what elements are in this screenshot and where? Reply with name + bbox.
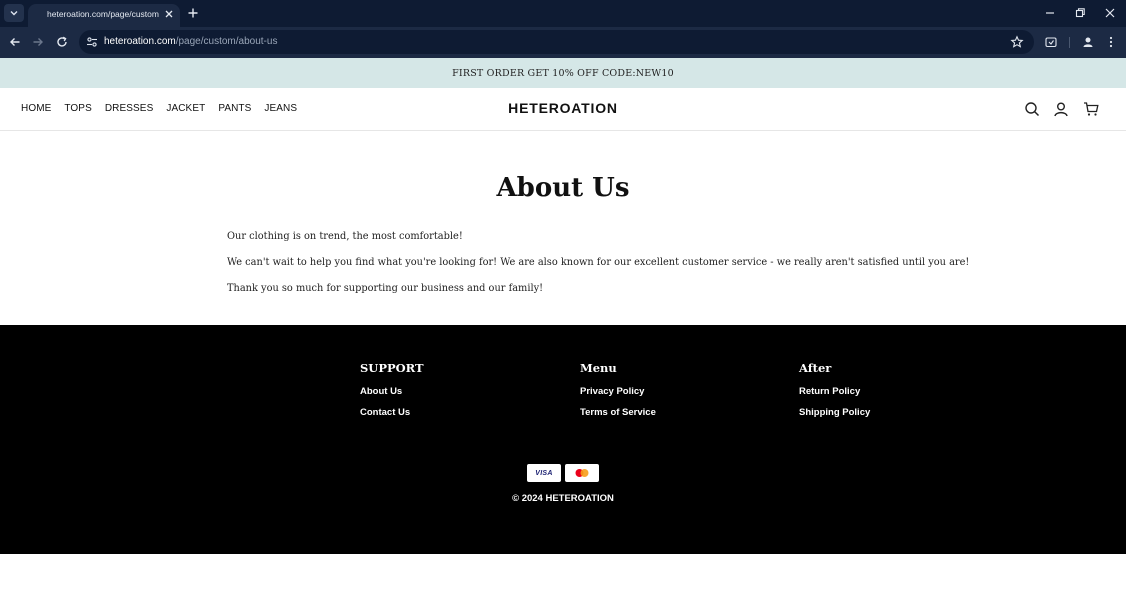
extensions-icon[interactable] <box>1044 35 1058 49</box>
announcement-bar: FIRST ORDER GET 10% OFF CODE:NEW10 <box>0 58 1126 88</box>
address-bar[interactable]: heteroation.com/page/custom/about-us <box>79 30 1034 54</box>
footer-column-support: SUPPORT About Us Contact Us <box>360 361 424 428</box>
footer-heading-support: SUPPORT <box>360 361 424 375</box>
url-path: /page/custom/about-us <box>175 36 278 47</box>
profile-icon[interactable] <box>1081 35 1095 49</box>
copyright-text: © 2024 HETEROATION <box>512 493 614 504</box>
kebab-menu-icon[interactable] <box>1104 35 1118 49</box>
restore-icon[interactable] <box>1073 6 1087 20</box>
footer-link-terms-of-service[interactable]: Terms of Service <box>580 407 656 418</box>
url-host: heteroation.com <box>104 36 176 47</box>
paragraph-2: We can't wait to help you find what you'… <box>227 257 970 268</box>
browser-tab-active[interactable]: heteroation.com/page/custom/about-us <box>28 4 180 27</box>
browser-toolbar: heteroation.com/page/custom/about-us <box>0 27 1126 58</box>
paragraph-3: Thank you so much for supporting our bus… <box>227 283 544 294</box>
visa-icon: VISA <box>527 464 561 482</box>
back-arrow-icon[interactable] <box>8 35 22 49</box>
mastercard-icon <box>565 464 599 482</box>
minimize-icon[interactable] <box>1043 6 1057 20</box>
payment-methods: VISA <box>0 464 1126 482</box>
tab-title: heteroation.com/page/custom/about-us <box>47 9 159 19</box>
footer-heading-menu: Menu <box>580 361 617 375</box>
site-footer: SUPPORT About Us Contact Us Menu Privacy… <box>0 325 1126 554</box>
site-header: HOME TOPS DRESSES JACKET PANTS JEANS HET… <box>0 88 1126 131</box>
chevron-down-icon <box>10 11 18 16</box>
page-bottom-whitespace <box>0 554 1126 602</box>
footer-heading-after: After <box>799 361 832 375</box>
announcement-text: FIRST ORDER GET 10% OFF CODE:NEW10 <box>452 67 674 79</box>
about-content: About Us Our clothing is on trend, the m… <box>0 131 1126 325</box>
search-icon[interactable] <box>1024 101 1040 117</box>
cart-icon[interactable] <box>1083 101 1099 117</box>
account-icon[interactable] <box>1053 101 1069 117</box>
paragraph-1: Our clothing is on trend, the most comfo… <box>227 231 463 242</box>
window-close-icon[interactable] <box>1103 6 1117 20</box>
url-text: heteroation.com/page/custom/about-us <box>104 36 277 47</box>
browser-tabstrip: heteroation.com/page/custom/about-us <box>0 0 1126 27</box>
reload-icon[interactable] <box>55 35 69 49</box>
page-title: About Us <box>496 173 630 203</box>
new-tab-plus-icon[interactable] <box>186 6 200 20</box>
footer-link-privacy-policy[interactable]: Privacy Policy <box>580 386 656 397</box>
footer-link-about-us[interactable]: About Us <box>360 386 424 397</box>
forward-arrow-icon[interactable] <box>31 35 45 49</box>
footer-column-after: After Return Policy Shipping Policy <box>799 361 870 428</box>
footer-link-return-policy[interactable]: Return Policy <box>799 386 870 397</box>
site-logo[interactable]: HETEROATION <box>0 100 1126 116</box>
toolbar-divider <box>1069 37 1070 48</box>
bookmark-star-icon[interactable] <box>1010 35 1024 49</box>
footer-link-shipping-policy[interactable]: Shipping Policy <box>799 407 870 418</box>
tab-search-button[interactable] <box>4 4 24 22</box>
footer-column-menu: Menu Privacy Policy Terms of Service <box>580 361 656 428</box>
site-settings-icon[interactable] <box>85 35 99 49</box>
footer-link-contact-us[interactable]: Contact Us <box>360 407 424 418</box>
close-icon[interactable] <box>163 8 175 20</box>
